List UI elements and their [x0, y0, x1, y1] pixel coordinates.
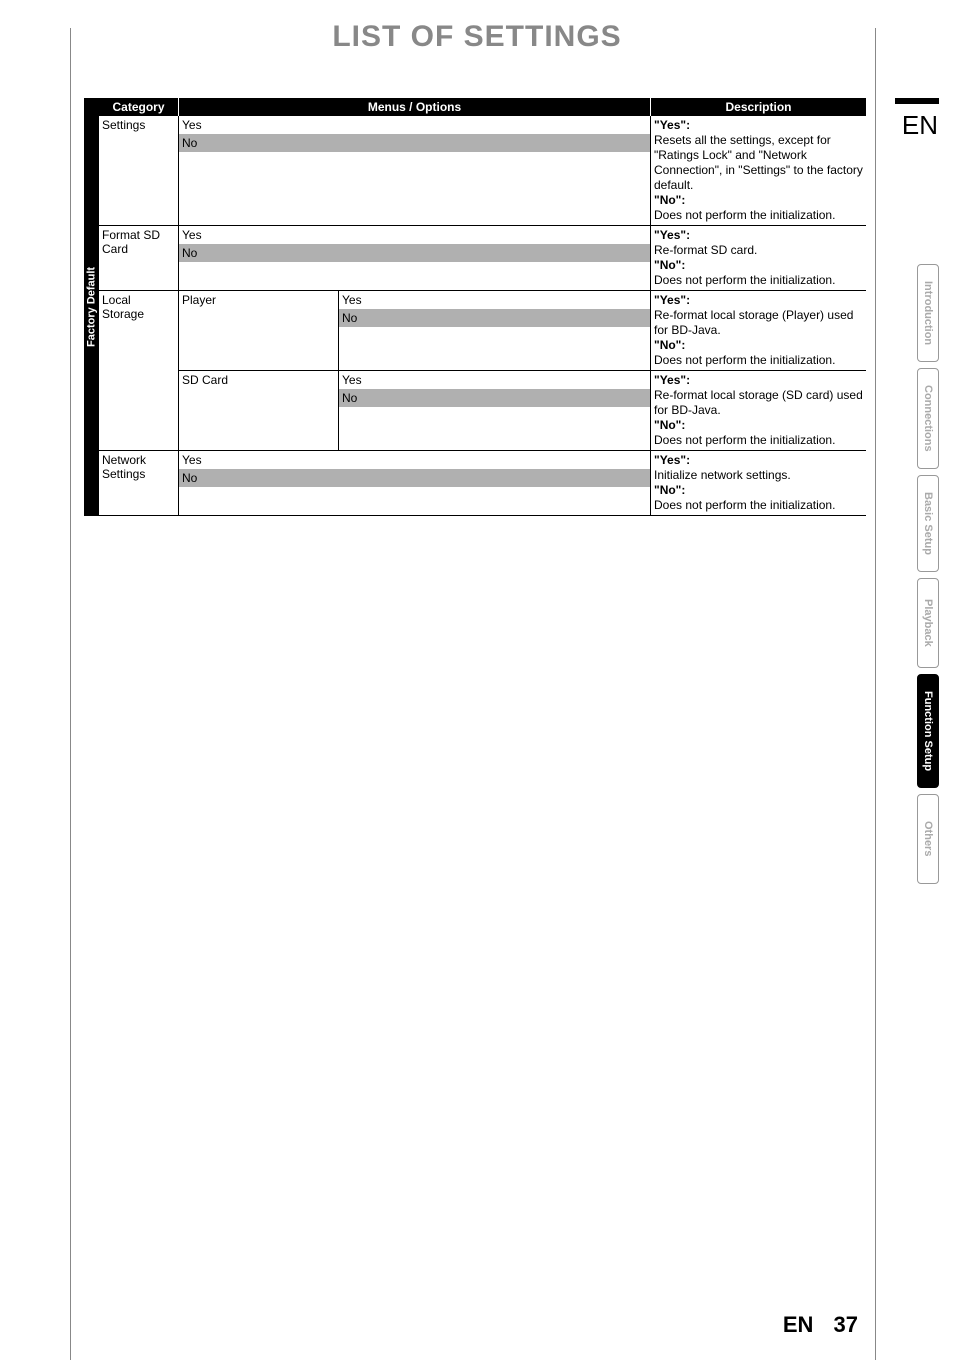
footer-lang: EN [783, 1312, 814, 1337]
table-row: Local Storage Player Yes No "Yes": R [99, 291, 866, 451]
option-no: No [179, 134, 650, 152]
table-main: Category Menus / Options Description Set… [99, 98, 866, 516]
content-area: Factory Default Category Menus / Options… [84, 98, 866, 516]
desc-no-label: "No": [654, 418, 685, 432]
option-yes: Yes [179, 226, 650, 244]
header-description: Description [651, 98, 866, 116]
sub-row: Player Yes No "Yes": Re-format local sto… [179, 291, 866, 371]
option-no: No [339, 389, 650, 407]
menu-desc-group: Player Yes No "Yes": Re-format local sto… [179, 291, 866, 450]
tab-playback[interactable]: Playback [917, 578, 939, 668]
table-row: Format SD Card Yes No "Yes": Re-format S… [99, 226, 866, 291]
option-no: No [179, 244, 650, 262]
category-cell: Settings [99, 116, 179, 225]
option-yes: Yes [179, 451, 650, 469]
desc-no-text: Does not perform the initialization. [654, 353, 835, 367]
table-header-row: Category Menus / Options Description [99, 98, 866, 116]
sub-options: Yes No [339, 291, 650, 370]
description-cell: "Yes": Re-format local storage (SD card)… [651, 371, 866, 450]
desc-yes-label: "Yes": [654, 228, 690, 242]
desc-yes-label: "Yes": [654, 453, 690, 467]
sub-menu-col: Player Yes No [179, 291, 651, 370]
desc-no-label: "No": [654, 483, 685, 497]
category-cell: Network Settings [99, 451, 179, 515]
tab-connections[interactable]: Connections [917, 368, 939, 469]
table-row: Settings Yes No "Yes": Resets all the se… [99, 116, 866, 226]
sub-menu-col: SD Card Yes No [179, 371, 651, 450]
option-yes: Yes [339, 371, 650, 389]
footer-page: 37 [834, 1312, 858, 1337]
settings-table: Factory Default Category Menus / Options… [84, 98, 866, 516]
desc-no-label: "No": [654, 193, 685, 207]
option-no: No [179, 469, 650, 487]
sub-label: SD Card [179, 371, 339, 450]
desc-no-text: Does not perform the initialization. [654, 273, 835, 287]
desc-no-label: "No": [654, 258, 685, 272]
desc-no-text: Does not perform the initialization. [654, 498, 835, 512]
description-cell: "Yes": Re-format SD card. "No": Does not… [651, 226, 866, 290]
desc-yes-text: Re-format SD card. [654, 243, 757, 257]
desc-yes-label: "Yes": [654, 118, 690, 132]
tab-basic-setup[interactable]: Basic Setup [917, 475, 939, 572]
page-footer: EN 37 [783, 1312, 858, 1338]
desc-yes-label: "Yes": [654, 373, 690, 387]
menu-cell: Yes No [179, 451, 651, 515]
description-cell: "Yes": Re-format local storage (Player) … [651, 291, 866, 370]
description-cell: "Yes": Resets all the settings, except f… [651, 116, 866, 225]
category-cell: Format SD Card [99, 226, 179, 290]
sub-options: Yes No [339, 371, 650, 450]
option-yes: Yes [179, 116, 650, 134]
tab-introduction[interactable]: Introduction [917, 264, 939, 362]
tab-function-setup[interactable]: Function Setup [917, 674, 939, 788]
menu-cell: Yes No [179, 226, 651, 290]
option-no: No [339, 309, 650, 327]
language-indicator: EN [902, 110, 938, 141]
vertical-category-label: Factory Default [84, 98, 99, 516]
language-bar [895, 98, 939, 104]
desc-no-text: Does not perform the initialization. [654, 208, 835, 222]
sub-row: SD Card Yes No "Yes": Re-format local st… [179, 371, 866, 450]
desc-no-label: "No": [654, 338, 685, 352]
desc-no-text: Does not perform the initialization. [654, 433, 835, 447]
sub-label: Player [179, 291, 339, 370]
description-cell: "Yes": Initialize network settings. "No"… [651, 451, 866, 515]
desc-yes-text: Initialize network settings. [654, 468, 791, 482]
table-row: Network Settings Yes No "Yes": Initializ… [99, 451, 866, 516]
category-cell: Local Storage [99, 291, 179, 450]
header-category: Category [99, 98, 179, 116]
menu-cell: Yes No [179, 116, 651, 225]
desc-yes-label: "Yes": [654, 293, 690, 307]
side-tabs: Introduction Connections Basic Setup Pla… [917, 264, 939, 884]
desc-yes-text: Re-format local storage (Player) used fo… [654, 308, 853, 337]
option-yes: Yes [339, 291, 650, 309]
header-menus: Menus / Options [179, 98, 651, 116]
desc-yes-text: Re-format local storage (SD card) used f… [654, 388, 863, 417]
tab-others[interactable]: Others [917, 794, 939, 884]
desc-yes-text: Resets all the settings, except for "Rat… [654, 133, 863, 192]
